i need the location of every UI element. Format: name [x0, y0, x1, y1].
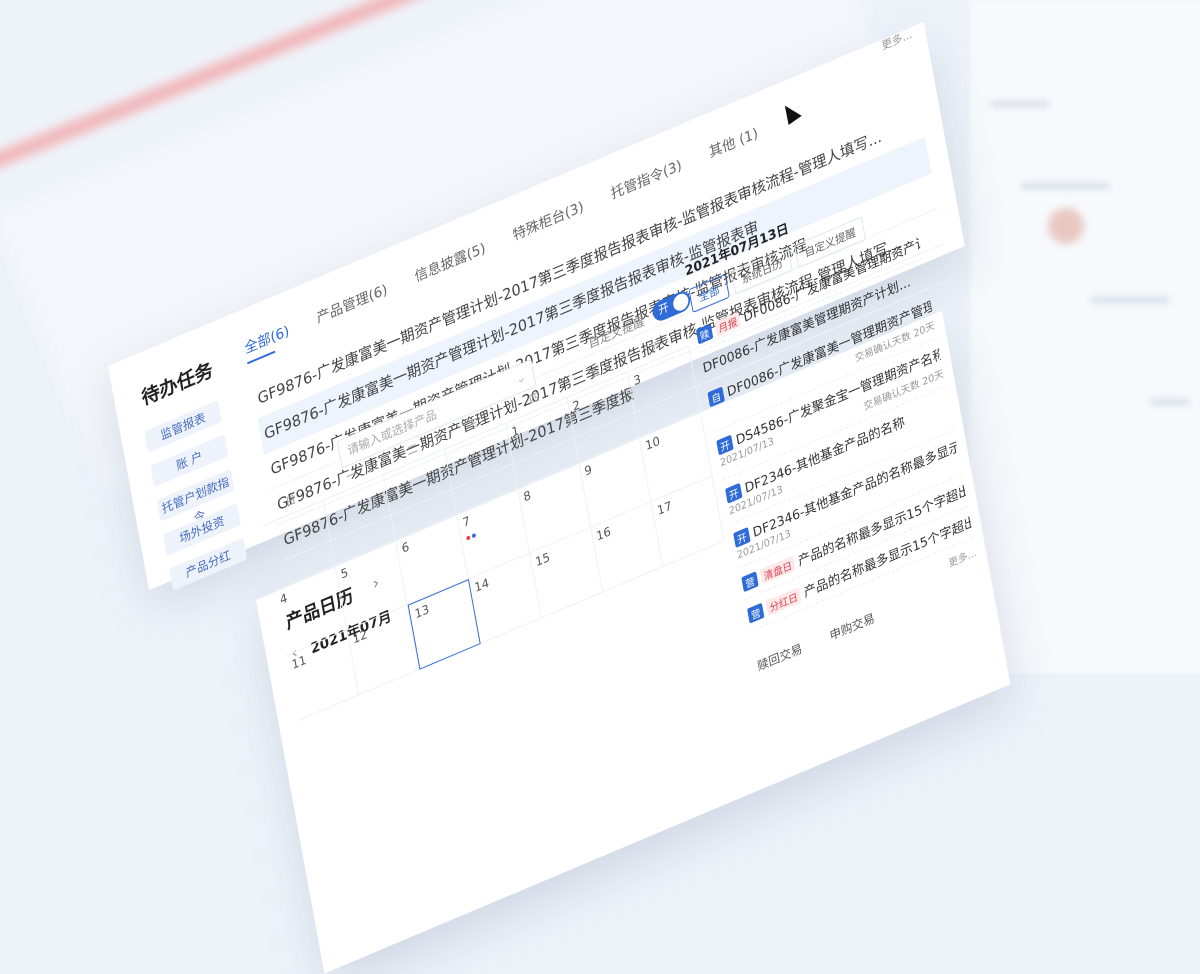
day-number: 7	[461, 513, 472, 531]
chevron-down-icon: ⌄	[514, 369, 527, 387]
tab-info-disclosure[interactable]: 信息披露(5)	[413, 237, 487, 286]
tab-all[interactable]: 全部(6)	[243, 320, 291, 358]
background-line	[990, 100, 1050, 108]
event-tag: 月报	[714, 311, 742, 337]
event-dot	[466, 535, 471, 541]
tab-special-counter[interactable]: 特殊柜台(3)	[511, 196, 585, 245]
event-dot	[471, 532, 477, 539]
background-line	[1150, 398, 1190, 406]
event-date	[711, 410, 714, 425]
background-avatar	[1048, 208, 1084, 244]
tab-other[interactable]: 其他 (1)	[707, 122, 759, 162]
category-list: 监管报表 账 户 托管户划款指令 场外投资 产品分红	[143, 400, 248, 591]
tab-product-management[interactable]: 产品管理(6)	[315, 279, 389, 328]
event-confirm-days	[959, 457, 961, 468]
background-line	[1020, 182, 1110, 190]
event-confirm-days	[951, 413, 953, 424]
event-tag: 分红日	[765, 587, 802, 616]
event-type-badge: 赎	[695, 323, 714, 345]
todo-title: 待办任务	[140, 358, 215, 411]
tab-custody-instruction[interactable]: 托管指令(3)	[609, 155, 683, 204]
event-type-badge: 营	[746, 602, 765, 624]
event-type-badge: 营	[741, 571, 759, 593]
background-line	[1090, 296, 1170, 304]
